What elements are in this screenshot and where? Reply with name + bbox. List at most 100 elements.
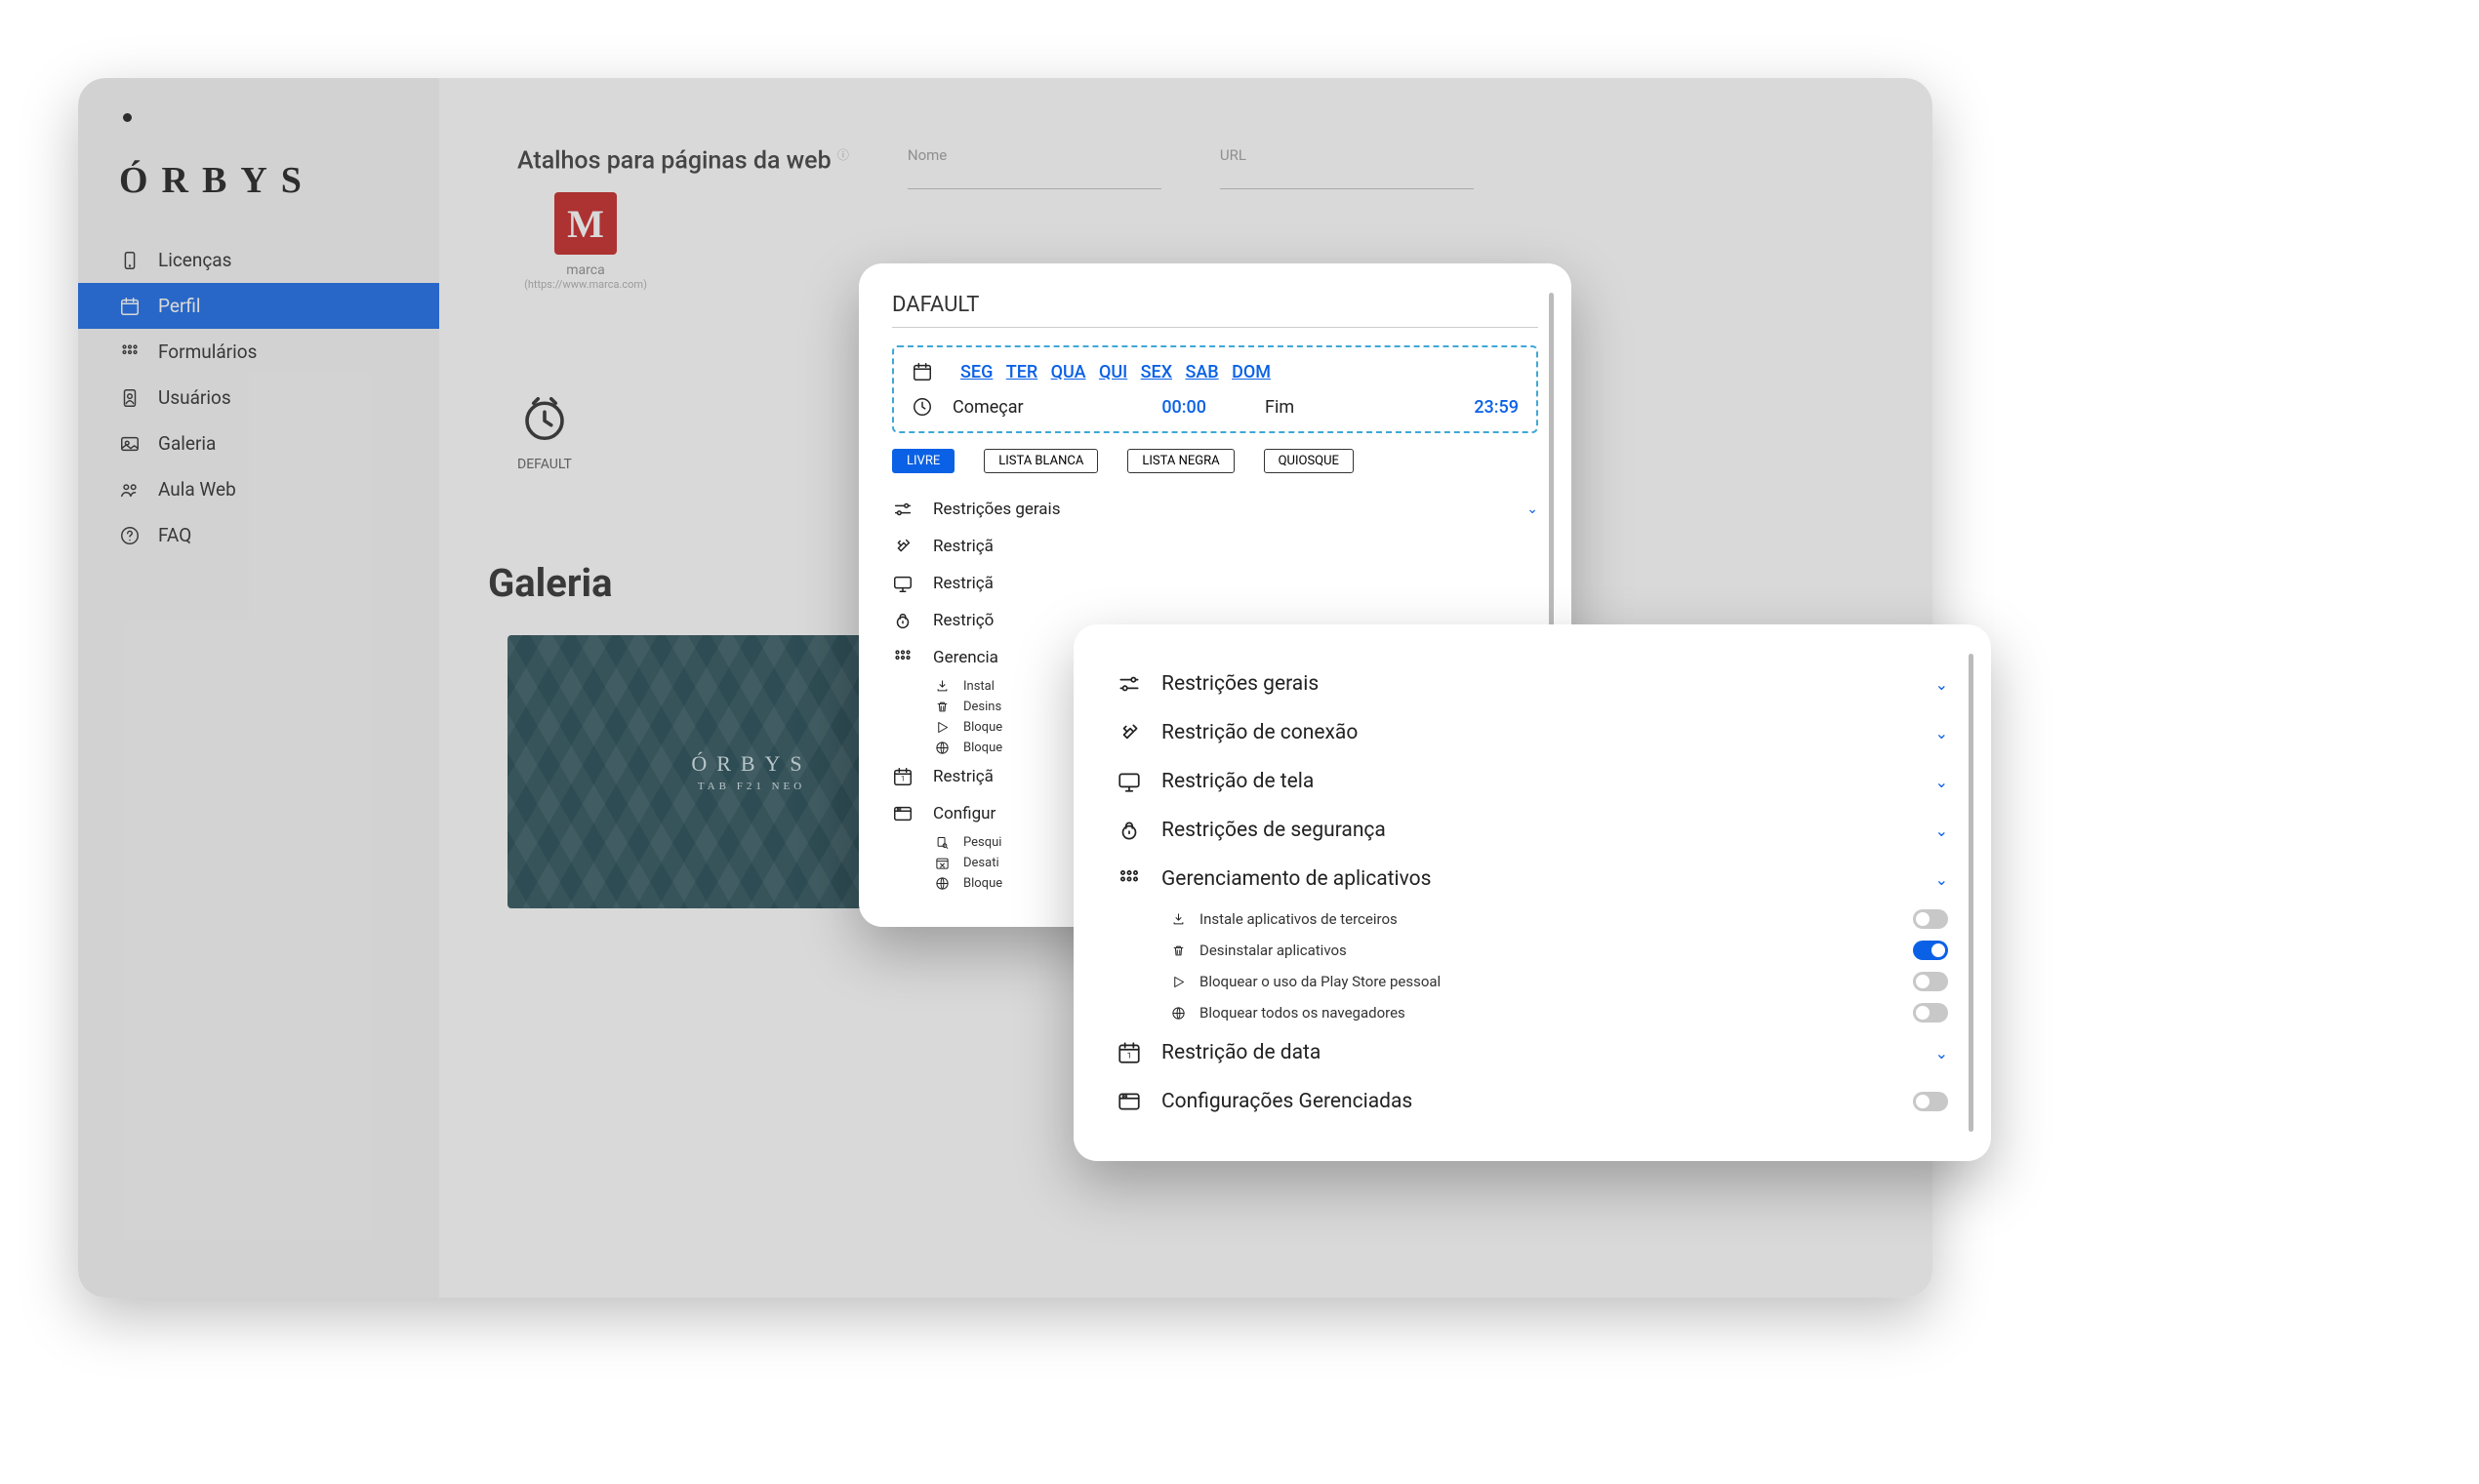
day-QUI[interactable]: QUI bbox=[1099, 362, 1127, 382]
acc-label: Restrição de conexão bbox=[1161, 721, 1358, 744]
acc-label: Configurações Gerenciadas bbox=[1161, 1090, 1412, 1113]
end-label: Fim bbox=[1265, 397, 1454, 418]
day-SEX[interactable]: SEX bbox=[1141, 362, 1172, 382]
day-SAB[interactable]: SAB bbox=[1185, 362, 1218, 382]
trash-icon bbox=[1171, 943, 1186, 958]
calendar-icon bbox=[119, 296, 141, 317]
scrollbar[interactable] bbox=[1969, 654, 1973, 1132]
start-value[interactable]: 00:00 bbox=[1161, 397, 1206, 418]
name-field[interactable]: Nome bbox=[908, 146, 1161, 189]
profile-name-input[interactable]: DAFAULT bbox=[892, 293, 1538, 328]
toggle[interactable] bbox=[1913, 972, 1948, 991]
acc-row[interactable]: Restriçã bbox=[892, 565, 1538, 602]
sidebar-item-label: Galeria bbox=[158, 432, 216, 455]
toggle[interactable] bbox=[1913, 909, 1948, 929]
acc-label: Restrição de data bbox=[1161, 1041, 1321, 1064]
acc-label: Restrições gerais bbox=[1161, 672, 1319, 696]
day-SEG[interactable]: SEG bbox=[960, 362, 993, 382]
sub-row: Desinstalar aplicativos bbox=[1117, 935, 1948, 966]
sidebar-item-galeria[interactable]: Galeria bbox=[78, 421, 439, 466]
sub-row: Bloquear o uso da Play Store pessoal bbox=[1117, 966, 1948, 997]
sub-label: Desinstalar aplicativos bbox=[1199, 942, 1347, 959]
lock-icon bbox=[1117, 818, 1142, 843]
chip-quiosque[interactable]: QUIOSQUE bbox=[1264, 449, 1354, 473]
shortcut-url: (https://www.marca.com) bbox=[517, 278, 654, 291]
acc-row[interactable]: Restrição de conexão ⌄ bbox=[1117, 708, 1948, 757]
chevron-down-icon: ⌄ bbox=[1935, 773, 1948, 791]
browser-icon bbox=[892, 803, 914, 824]
clock-icon bbox=[912, 396, 933, 418]
sliders-icon bbox=[1117, 671, 1142, 697]
tile-model: TAB F21 NEO bbox=[698, 781, 805, 792]
chevron-down-icon: ⌄ bbox=[1935, 675, 1948, 694]
sub-row: Bloquear todos os navegadores bbox=[1117, 997, 1948, 1028]
acc-label: Restrições de segurança bbox=[1161, 819, 1386, 842]
sub-label: Bloque bbox=[963, 876, 1002, 891]
day-TER[interactable]: TER bbox=[1006, 362, 1037, 382]
days-row: SEG TER QUA QUI SEX SAB DOM bbox=[912, 361, 1519, 382]
acc-row[interactable]: Restrições gerais⌄ bbox=[892, 491, 1538, 528]
url-field[interactable]: URL bbox=[1220, 146, 1474, 189]
globe-icon bbox=[1171, 1006, 1186, 1021]
shortcut-name: marca bbox=[517, 262, 654, 278]
toggle[interactable] bbox=[1913, 1092, 1948, 1111]
sidebar-item-label: Perfil bbox=[158, 295, 201, 317]
acc-row[interactable]: Restrições gerais ⌄ bbox=[1117, 660, 1948, 708]
sidebar-item-label: FAQ bbox=[158, 524, 191, 546]
svg-text:1: 1 bbox=[1127, 1051, 1132, 1061]
chevron-down-icon: ⌄ bbox=[1935, 1044, 1948, 1063]
monitor-icon bbox=[1117, 769, 1142, 794]
sidebar-item-aula web[interactable]: Aula Web bbox=[78, 466, 439, 512]
date-icon: 1 bbox=[892, 766, 914, 787]
time-row: Começar 00:00 Fim 23:59 bbox=[912, 396, 1519, 418]
acc-label: Configur bbox=[933, 804, 996, 823]
globe-icon bbox=[935, 741, 950, 755]
chevron-down-icon: ⌄ bbox=[1935, 870, 1948, 889]
clock-icon bbox=[518, 392, 571, 445]
sub-label: Bloquear todos os navegadores bbox=[1199, 1004, 1405, 1022]
acc-row[interactable]: Configurações Gerenciadas bbox=[1117, 1077, 1948, 1126]
chip-lista blanca[interactable]: LISTA BLANCA bbox=[984, 449, 1098, 473]
phone-icon bbox=[119, 250, 141, 271]
sidebar-item-perfil[interactable]: Perfil bbox=[78, 283, 439, 329]
sub-label: Instal bbox=[963, 679, 995, 694]
sliders-icon bbox=[892, 499, 914, 520]
url-label: URL bbox=[1220, 146, 1474, 164]
sidebar-item-licenças[interactable]: Licenças bbox=[78, 237, 439, 283]
sub-label: Instale aplicativos de terceiros bbox=[1199, 910, 1398, 928]
toggle[interactable] bbox=[1913, 1003, 1948, 1023]
plug-icon bbox=[892, 536, 914, 557]
chip-livre[interactable]: LIVRE bbox=[892, 449, 955, 473]
restrictions-panel: Restrições gerais⌄Restrição de conexão⌄R… bbox=[1074, 624, 1991, 1161]
acc-row[interactable]: Restrição de tela ⌄ bbox=[1117, 757, 1948, 806]
day-QUA[interactable]: QUA bbox=[1051, 362, 1086, 382]
profile-label: DEFAULT bbox=[517, 457, 572, 472]
acc-row[interactable]: Restriçã bbox=[892, 528, 1538, 565]
toggle[interactable] bbox=[1913, 941, 1948, 960]
sub-label: Desati bbox=[963, 856, 999, 870]
grid-icon bbox=[1117, 866, 1142, 892]
sidebar-item-faq[interactable]: FAQ bbox=[78, 512, 439, 558]
shortcut-item[interactable]: M marca (https://www.marca.com) bbox=[517, 192, 654, 291]
sidebar-item-formulários[interactable]: Formulários bbox=[78, 329, 439, 375]
end-value[interactable]: 23:59 bbox=[1474, 397, 1519, 418]
shortcuts-title: Atalhos para páginas da web ⓘ bbox=[517, 146, 849, 175]
day-DOM[interactable]: DOM bbox=[1232, 362, 1271, 382]
logo: ÓRBYS bbox=[78, 113, 439, 202]
browser-icon bbox=[1117, 1089, 1142, 1114]
acc-row[interactable]: Gerenciamento de aplicativos⌄ bbox=[1117, 855, 1948, 903]
sidebar-item-usuários[interactable]: Usuários bbox=[78, 375, 439, 421]
acc-label: Restriçã bbox=[933, 537, 994, 556]
calendar-icon bbox=[912, 361, 933, 382]
acc-label: Restriçã bbox=[933, 574, 994, 593]
sidebar-item-label: Usuários bbox=[158, 386, 231, 409]
chip-lista negra[interactable]: LISTA NEGRA bbox=[1127, 449, 1234, 473]
name-label: Nome bbox=[908, 146, 1161, 164]
acc-row[interactable]: 1 Restrição de data ⌄ bbox=[1117, 1028, 1948, 1077]
chevron-down-icon: ⌄ bbox=[1935, 724, 1948, 742]
acc-label: Restriçã bbox=[933, 767, 994, 786]
acc-label: Restrição de tela bbox=[1161, 770, 1314, 793]
mode-chips: LIVRE LISTA BLANCA LISTA NEGRA QUIOSQUE bbox=[892, 449, 1538, 473]
acc-row[interactable]: Restrições de segurança⌄ bbox=[1117, 806, 1948, 855]
trash-icon bbox=[935, 700, 950, 714]
